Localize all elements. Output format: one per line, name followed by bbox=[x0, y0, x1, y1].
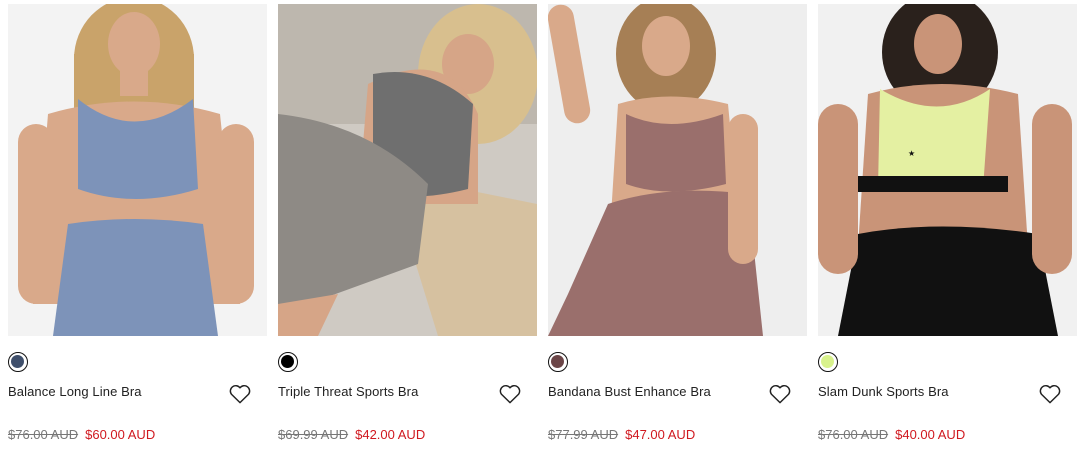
price-row: $76.00 AUD $40.00 AUD bbox=[818, 427, 965, 442]
original-price: $76.00 AUD bbox=[8, 427, 79, 442]
sale-price: $47.00 AUD bbox=[625, 427, 696, 442]
product-name[interactable]: Triple Threat Sports Bra bbox=[278, 384, 418, 399]
original-price: $69.99 AUD bbox=[278, 427, 349, 442]
wishlist-heart-icon[interactable] bbox=[229, 384, 251, 404]
model-photo: ★ bbox=[818, 4, 1077, 336]
product-image[interactable] bbox=[8, 4, 267, 336]
product-name[interactable]: Slam Dunk Sports Bra bbox=[818, 384, 949, 399]
color-swatch[interactable] bbox=[818, 352, 838, 372]
product-card[interactable]: Bandana Bust Enhance Bra $77.99 AUD $47.0… bbox=[548, 4, 807, 459]
color-swatch[interactable] bbox=[8, 352, 28, 372]
product-grid: Balance Long Line Bra $76.00 AUD $60.00 A… bbox=[0, 0, 1080, 459]
product-image[interactable] bbox=[278, 4, 537, 336]
model-photo bbox=[548, 4, 807, 336]
original-price: $77.99 AUD bbox=[548, 427, 619, 442]
product-image[interactable]: ★ bbox=[818, 4, 1077, 336]
product-name[interactable]: Bandana Bust Enhance Bra bbox=[548, 384, 711, 399]
product-name[interactable]: Balance Long Line Bra bbox=[8, 384, 142, 399]
product-card[interactable]: Triple Threat Sports Bra $69.99 AUD $42.0… bbox=[278, 4, 537, 459]
price-row: $76.00 AUD $60.00 AUD bbox=[8, 427, 155, 442]
price-row: $77.99 AUD $47.00 AUD bbox=[548, 427, 695, 442]
wishlist-heart-icon[interactable] bbox=[499, 384, 521, 404]
product-card[interactable]: ★ Slam Dunk Sports Bra $76.00 AUD $40.00 … bbox=[818, 4, 1077, 459]
brand-logo: ★ bbox=[908, 149, 915, 158]
product-image[interactable] bbox=[548, 4, 807, 336]
price-row: $69.99 AUD $42.00 AUD bbox=[278, 427, 425, 442]
product-card[interactable]: Balance Long Line Bra $76.00 AUD $60.00 A… bbox=[8, 4, 267, 459]
color-swatch[interactable] bbox=[548, 352, 568, 372]
sale-price: $40.00 AUD bbox=[895, 427, 966, 442]
original-price: $76.00 AUD bbox=[818, 427, 889, 442]
wishlist-heart-icon[interactable] bbox=[769, 384, 791, 404]
model-photo bbox=[8, 4, 267, 336]
wishlist-heart-icon[interactable] bbox=[1039, 384, 1061, 404]
color-swatch[interactable] bbox=[278, 352, 298, 372]
sale-price: $42.00 AUD bbox=[355, 427, 426, 442]
model-photo bbox=[278, 4, 537, 336]
sale-price: $60.00 AUD bbox=[85, 427, 156, 442]
